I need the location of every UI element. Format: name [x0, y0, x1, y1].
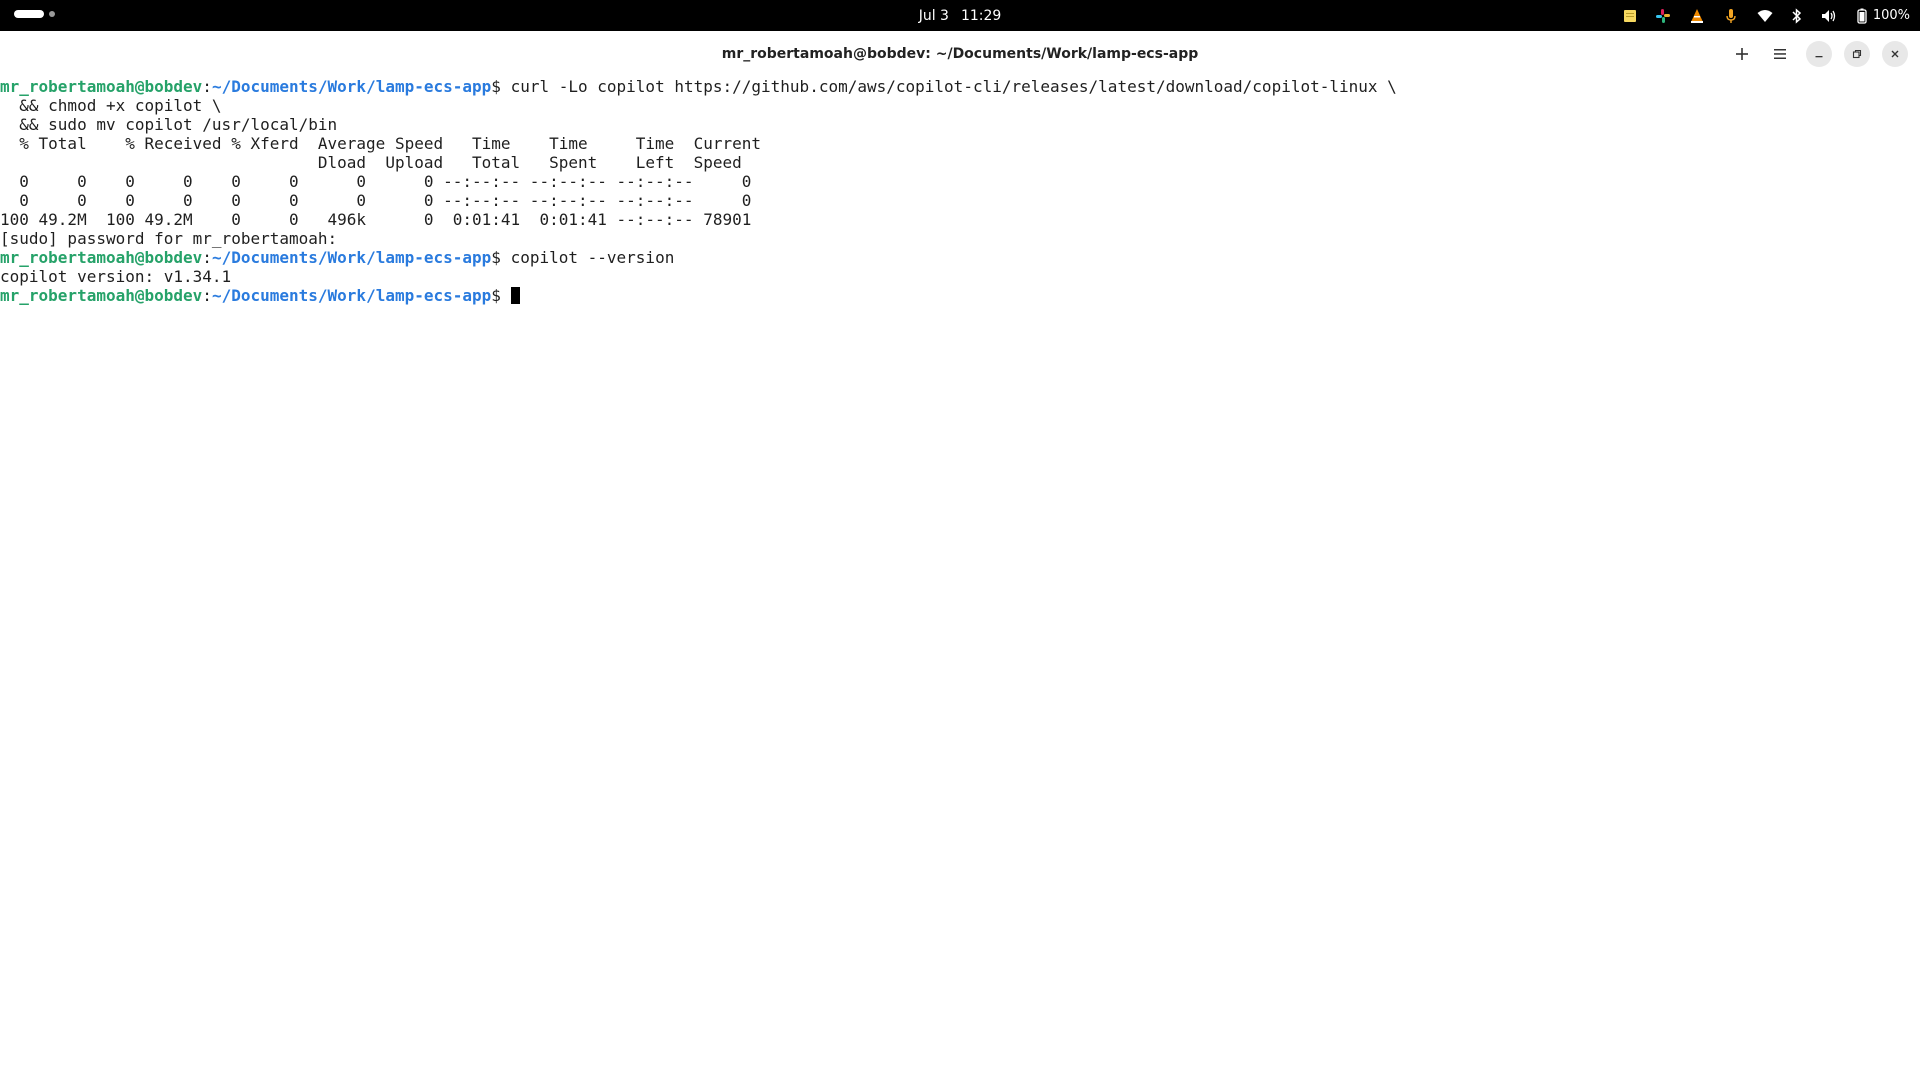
curl-progress-header: % Total % Received % Xferd Average Speed…: [0, 134, 761, 153]
window-title: mr_robertamoah@bobdev: ~/Documents/Work/…: [721, 46, 1199, 62]
prompt-line-current: mr_robertamoah@bobdev:~/Documents/Work/l…: [0, 286, 1920, 305]
top-bar: Jul 3 11:29 100%: [0, 0, 1920, 31]
clock-date: Jul 3: [918, 7, 949, 24]
battery-icon: [1857, 8, 1867, 24]
curl-progress-row: 0 0 0 0 0 0 0 0 --:--:-- --:--:-- --:--:…: [0, 172, 752, 191]
prompt-separator: :: [202, 248, 212, 267]
minimize-button[interactable]: [1806, 41, 1832, 67]
microphone-icon[interactable]: [1723, 0, 1739, 31]
prompt-symbol: $: [491, 77, 501, 96]
prompt-symbol: $: [491, 248, 501, 267]
prompt-line-curl: mr_robertamoah@bobdev:~/Documents/Work/l…: [0, 77, 1920, 96]
menu-button[interactable]: [1766, 40, 1794, 68]
text-cursor: [510, 287, 520, 304]
volume-icon[interactable]: [1821, 0, 1837, 31]
command-text: curl -Lo copilot https://github.com/aws/…: [500, 77, 1397, 96]
system-tray[interactable]: 100%: [1623, 0, 1910, 31]
restore-button[interactable]: [1844, 41, 1870, 67]
sudo-password-prompt: [sudo] password for mr_robertamoah:: [0, 229, 338, 248]
prompt-path: ~/Documents/Work/lamp-ecs-app: [211, 248, 492, 267]
battery-indicator[interactable]: 100%: [1855, 0, 1910, 31]
version-output: copilot version: v1.34.1: [0, 267, 232, 286]
command-continuation: && chmod +x copilot \: [0, 96, 222, 115]
close-button[interactable]: [1882, 41, 1908, 67]
plus-icon: [1736, 48, 1748, 60]
headerbar-buttons: [1728, 31, 1908, 77]
battery-percent: 100%: [1872, 8, 1910, 23]
prompt-user-host: mr_robertamoah@bobdev: [0, 248, 203, 267]
prompt-user-host: mr_robertamoah@bobdev: [0, 286, 203, 305]
bluetooth-icon[interactable]: [1791, 0, 1803, 31]
wifi-icon[interactable]: [1757, 0, 1773, 31]
terminal-output[interactable]: mr_robertamoah@bobdev:~/Documents/Work/l…: [0, 77, 1920, 1080]
restore-icon: [1852, 49, 1862, 59]
minimize-icon: [1815, 56, 1823, 58]
prompt-user-host: mr_robertamoah@bobdev: [0, 77, 203, 96]
close-icon: [1891, 50, 1899, 58]
terminal-headerbar: mr_robertamoah@bobdev: ~/Documents/Work/…: [0, 31, 1920, 78]
hamburger-icon: [1774, 49, 1786, 59]
sticky-notes-icon[interactable]: [1623, 0, 1637, 31]
curl-progress-header: Dload Upload Total Spent Left Speed: [0, 153, 742, 172]
curl-progress-row: 0 0 0 0 0 0 0 0 --:--:-- --:--:-- --:--:…: [0, 191, 752, 210]
new-tab-button[interactable]: [1728, 40, 1756, 68]
vlc-icon[interactable]: [1689, 0, 1705, 31]
prompt-line-version: mr_robertamoah@bobdev:~/Documents/Work/l…: [0, 248, 1920, 267]
command-continuation: && sudo mv copilot /usr/local/bin: [0, 115, 338, 134]
prompt-separator: :: [202, 286, 212, 305]
command-text: copilot --version: [500, 248, 675, 267]
prompt-path: ~/Documents/Work/lamp-ecs-app: [211, 77, 492, 96]
command-text: [501, 286, 511, 305]
prompt-separator: :: [202, 77, 212, 96]
prompt-symbol: $: [491, 286, 501, 305]
clock-time: 11:29: [960, 7, 1002, 24]
curl-progress-row: 100 49.2M 100 49.2M 0 0 496k 0 0:01:41 0…: [0, 210, 752, 229]
prompt-path: ~/Documents/Work/lamp-ecs-app: [211, 286, 492, 305]
slack-icon[interactable]: [1655, 0, 1671, 31]
